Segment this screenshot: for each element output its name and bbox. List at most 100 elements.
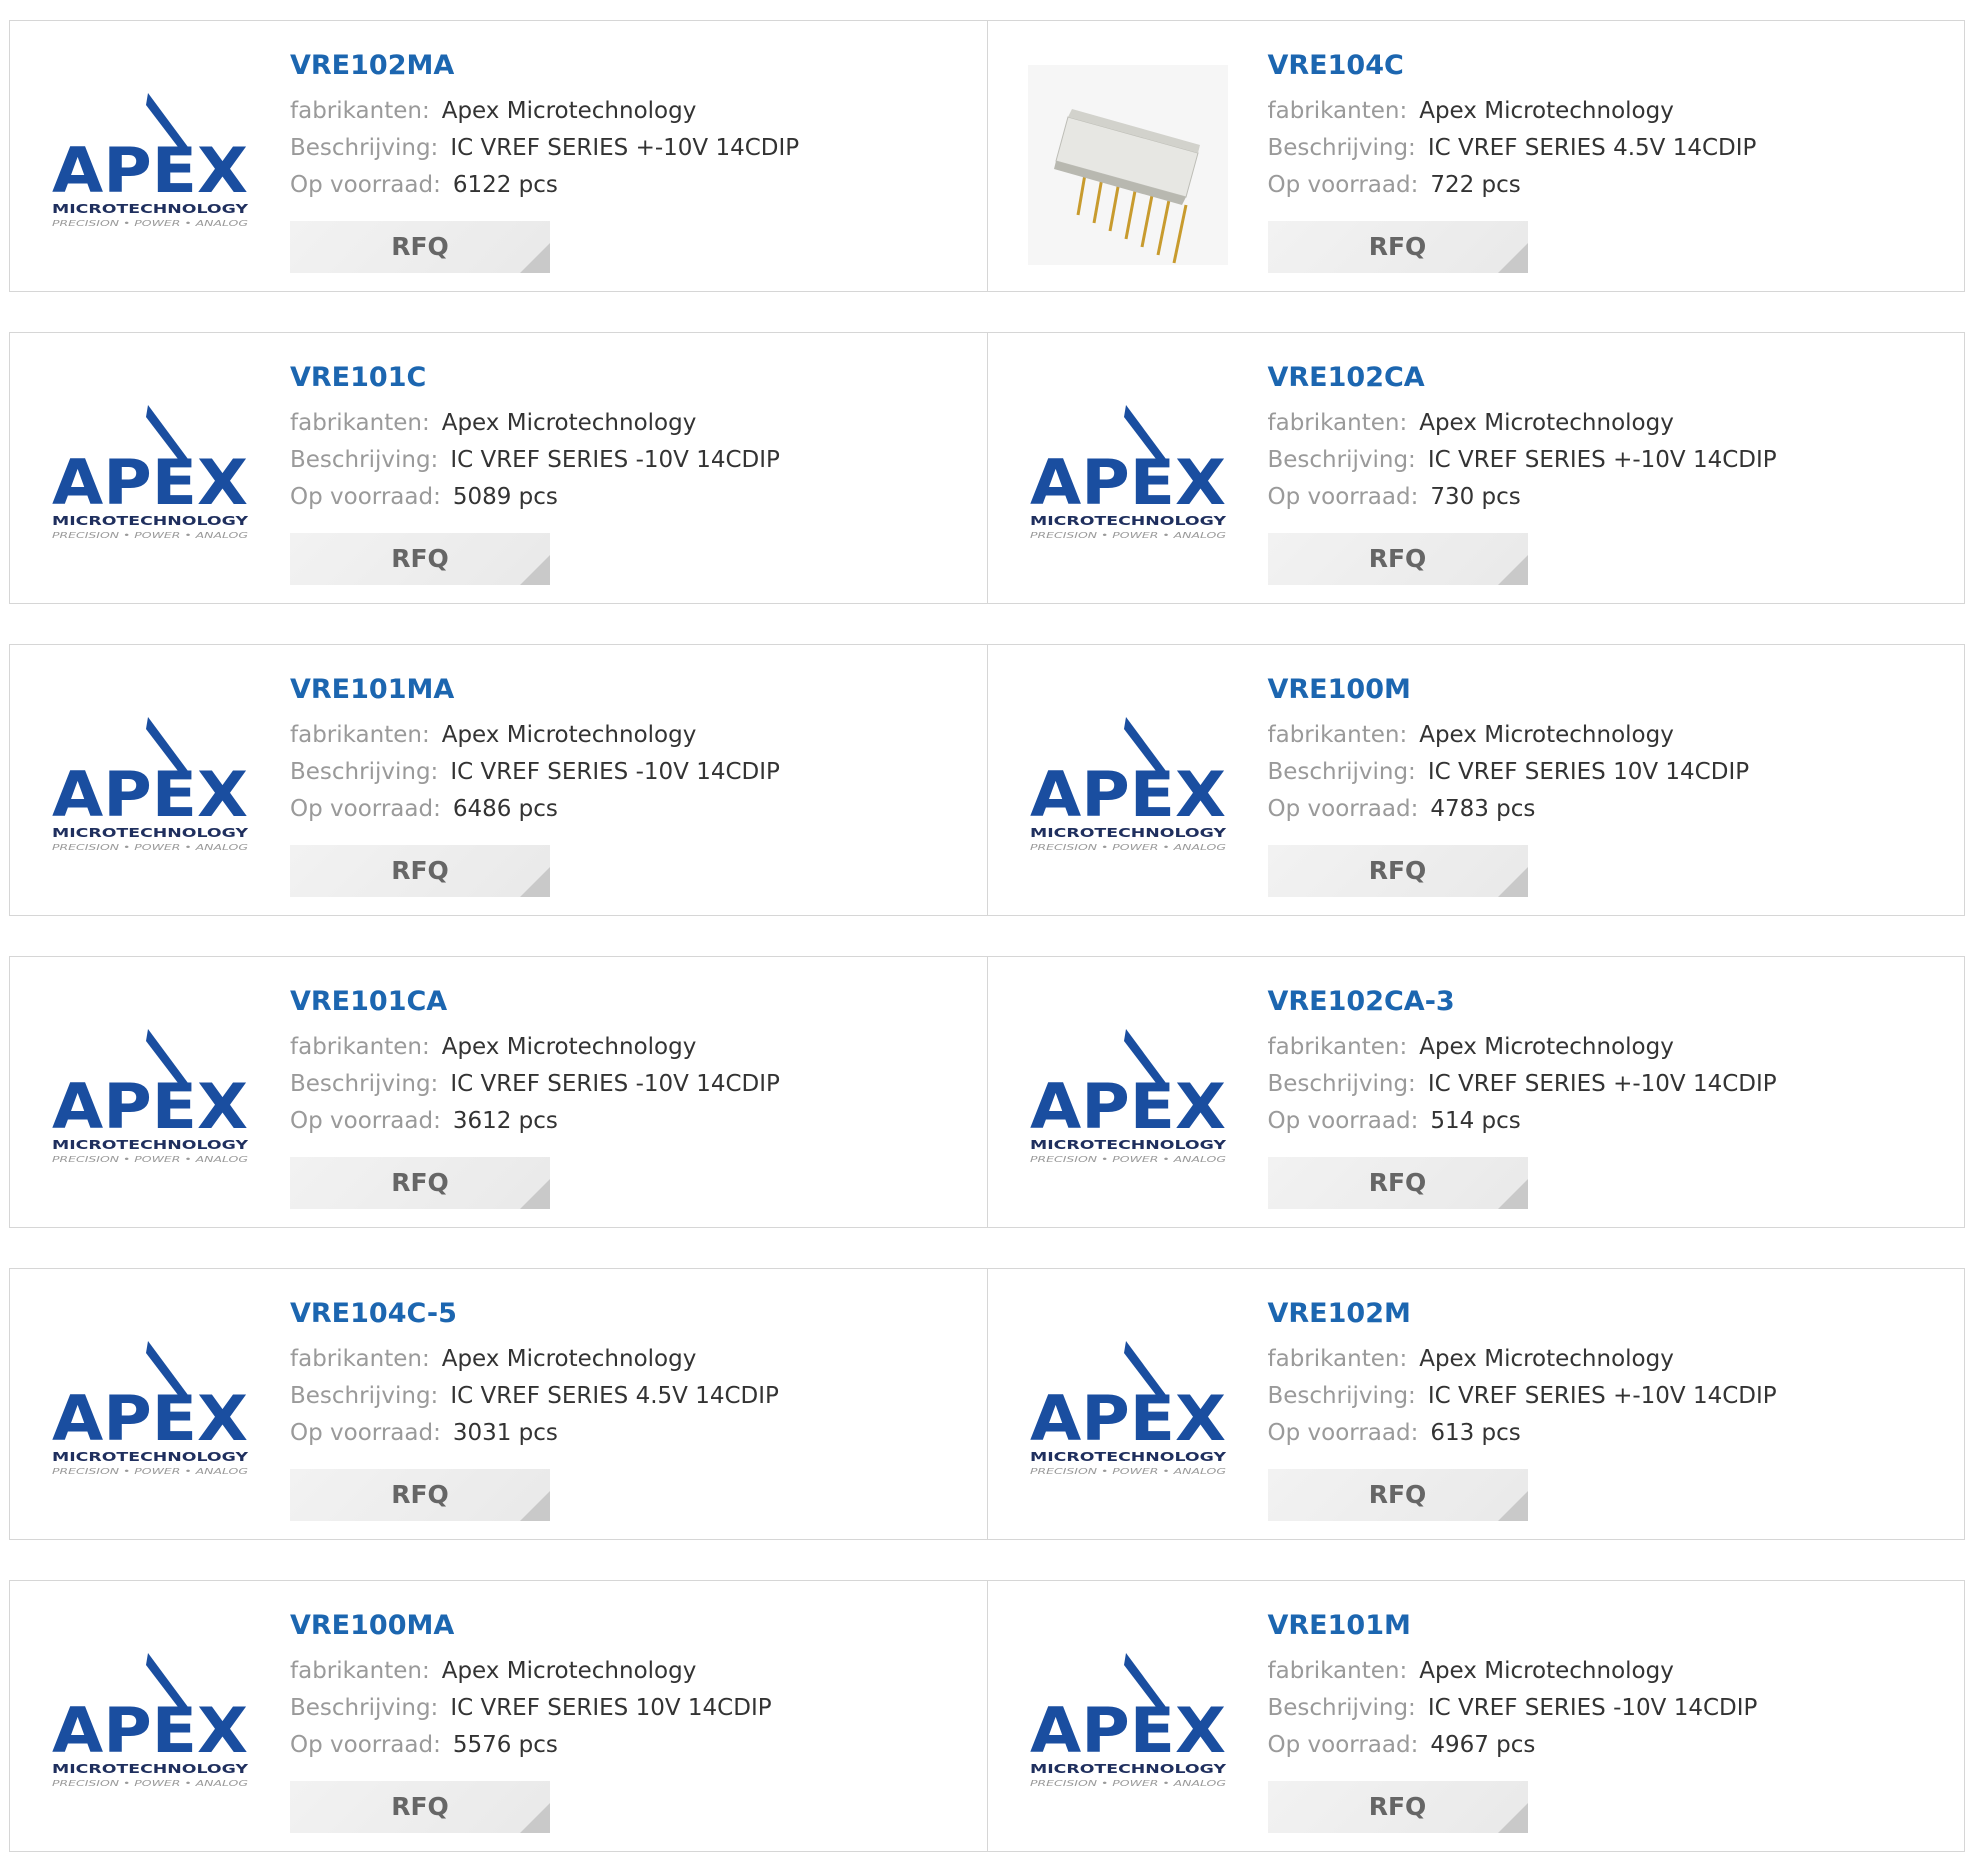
part-number-link[interactable]: VRE101C bbox=[290, 361, 970, 395]
product-thumbnail[interactable]: APEX MICROTECHNOLOGY PRECISION • POWER • A… bbox=[1028, 1313, 1228, 1513]
manufacturer-row: fabrikanten: Apex Microtechnology bbox=[1268, 1341, 1948, 1378]
manufacturer-row: fabrikanten: Apex Microtechnology bbox=[1268, 1029, 1948, 1066]
stock-row: Op voorraad: 6486 pcs bbox=[290, 791, 970, 828]
stock-label: Op voorraad: bbox=[1267, 796, 1419, 822]
product-row: APEX MICROTECHNOLOGY PRECISION • POWER • A… bbox=[9, 644, 1965, 916]
product-thumbnail[interactable]: APEX MICROTECHNOLOGY PRECISION • POWER • A… bbox=[50, 65, 250, 265]
product-card: APEX MICROTECHNOLOGY PRECISION • POWER • A… bbox=[10, 21, 987, 291]
apex-logo-image: APEXMICROTECHNOLOGY PRECISION • POWER • A… bbox=[52, 93, 248, 228]
logo-subline: PRECISION • POWER • ANALOG bbox=[52, 531, 248, 540]
stock-label: Op voorraad: bbox=[290, 484, 441, 510]
description-row: Beschrijving: IC VREF SERIES 10V 14CDIP bbox=[290, 1690, 970, 1727]
part-number-link[interactable]: VRE104C bbox=[1268, 49, 1948, 83]
part-number-link[interactable]: VRE101MA bbox=[290, 673, 970, 707]
description-row: Beschrijving: IC VREF SERIES -10V 14CDIP bbox=[290, 1066, 970, 1103]
part-number-link[interactable]: VRE102CA-3 bbox=[1268, 985, 1948, 1019]
product-thumbnail[interactable]: APEX MICROTECHNOLOGY PRECISION • POWER • A… bbox=[50, 1313, 250, 1513]
description-row: Beschrijving: IC VREF SERIES +-10V 14CDIP bbox=[290, 130, 970, 167]
rfq-button[interactable]: RFQ bbox=[1267, 1469, 1528, 1521]
description-value: IC VREF SERIES -10V 14CDIP bbox=[450, 759, 780, 785]
product-thumbnail[interactable]: APEX MICROTECHNOLOGY PRECISION • POWER • A… bbox=[50, 1625, 250, 1825]
description-row: Beschrijving: IC VREF SERIES 4.5V 14CDIP bbox=[290, 1378, 970, 1415]
rfq-label: RFQ bbox=[391, 1168, 449, 1197]
rfq-button[interactable]: RFQ bbox=[1267, 1781, 1528, 1833]
logo-wordmark: APEX bbox=[52, 134, 248, 207]
rfq-button[interactable]: RFQ bbox=[290, 1157, 550, 1209]
logo-wordmark: APEX bbox=[1030, 446, 1226, 519]
description-value: IC VREF SERIES 4.5V 14CDIP bbox=[450, 1383, 779, 1409]
manufacturer-row: fabrikanten: Apex Microtechnology bbox=[290, 405, 970, 442]
part-number-link[interactable]: VRE102M bbox=[1268, 1297, 1948, 1331]
description-value: IC VREF SERIES -10V 14CDIP bbox=[450, 1071, 780, 1097]
product-thumbnail[interactable]: APEX MICROTECHNOLOGY PRECISION • POWER • A… bbox=[1028, 1001, 1228, 1201]
stock-value: 5576 pcs bbox=[452, 1732, 558, 1758]
product-info: VRE101M fabrikanten: Apex Microtechnology B… bbox=[1268, 1609, 1948, 1764]
product-thumbnail[interactable]: APEX MICROTECHNOLOGY PRECISION • POWER • A… bbox=[1028, 689, 1228, 889]
stock-value: 6122 pcs bbox=[452, 172, 558, 198]
description-row: Beschrijving: IC VREF SERIES +-10V 14CDIP bbox=[1268, 1378, 1948, 1415]
logo-subline: PRECISION • POWER • ANALOG bbox=[1030, 531, 1226, 540]
description-value: IC VREF SERIES +-10V 14CDIP bbox=[450, 135, 800, 161]
rfq-button[interactable]: RFQ bbox=[290, 221, 550, 273]
product-card: APEX MICROTECHNOLOGY PRECISION • POWER • A… bbox=[10, 1581, 987, 1851]
product-info: VRE102MA fabrikanten: Apex Microtechnology… bbox=[290, 49, 970, 204]
product-info: VRE100MA fabrikanten: Apex Microtechnology… bbox=[290, 1609, 970, 1764]
manufacturer-label: fabrikanten: bbox=[1267, 1346, 1408, 1372]
manufacturer-value: Apex Microtechnology bbox=[441, 98, 697, 124]
stock-label: Op voorraad: bbox=[1267, 1732, 1419, 1758]
part-number-link[interactable]: VRE100M bbox=[1268, 673, 1948, 707]
part-number-link[interactable]: VRE104C-5 bbox=[290, 1297, 970, 1331]
stock-value: 3031 pcs bbox=[452, 1420, 558, 1446]
manufacturer-value: Apex Microtechnology bbox=[1419, 722, 1674, 748]
rfq-button[interactable]: RFQ bbox=[290, 1469, 550, 1521]
part-number-link[interactable]: VRE101CA bbox=[290, 985, 970, 1019]
product-card: APEX MICROTECHNOLOGY PRECISION • POWER • A… bbox=[986, 645, 1965, 915]
stock-value: 613 pcs bbox=[1430, 1420, 1521, 1446]
rfq-button[interactable]: RFQ bbox=[290, 1781, 550, 1833]
part-number-link[interactable]: VRE102CA bbox=[1268, 361, 1948, 395]
rfq-label: RFQ bbox=[391, 544, 449, 573]
part-number-link[interactable]: VRE101M bbox=[1268, 1609, 1948, 1643]
part-number-link[interactable]: VRE100MA bbox=[290, 1609, 970, 1643]
stock-row: Op voorraad: 5576 pcs bbox=[290, 1727, 970, 1764]
logo-subline: PRECISION • POWER • ANALOG bbox=[52, 843, 248, 852]
apex-logo-image: APEXMICROTECHNOLOGY PRECISION • POWER • A… bbox=[52, 1029, 248, 1164]
stock-label: Op voorraad: bbox=[1267, 1108, 1419, 1134]
rfq-label: RFQ bbox=[1368, 1792, 1427, 1821]
product-info: VRE104C-5 fabrikanten: Apex Microtechnolog… bbox=[290, 1297, 970, 1452]
rfq-corner-decoration bbox=[1497, 1491, 1528, 1521]
stock-label: Op voorraad: bbox=[290, 796, 441, 822]
product-thumbnail[interactable]: APEX MICROTECHNOLOGY PRECISION • POWER • A… bbox=[1028, 377, 1228, 577]
stock-value: 5089 pcs bbox=[452, 484, 558, 510]
product-thumbnail[interactable]: APEX MICROTECHNOLOGY PRECISION • POWER • A… bbox=[50, 377, 250, 577]
product-thumbnail[interactable]: APEX MICROTECHNOLOGY PRECISION • POWER • A… bbox=[50, 1001, 250, 1201]
stock-label: Op voorraad: bbox=[1267, 1420, 1419, 1446]
rfq-button[interactable]: RFQ bbox=[1267, 1157, 1528, 1209]
stock-value: 4783 pcs bbox=[1430, 796, 1536, 822]
description-label: Beschrijving: bbox=[1267, 447, 1416, 473]
description-value: IC VREF SERIES +-10V 14CDIP bbox=[1427, 1071, 1777, 1097]
product-thumbnail[interactable]: APEX MICROTECHNOLOGY PRECISION • POWER • A… bbox=[50, 689, 250, 889]
rfq-button[interactable]: RFQ bbox=[290, 533, 550, 585]
rfq-label: RFQ bbox=[391, 856, 449, 885]
product-card: APEX MICROTECHNOLOGY PRECISION • POWER • A… bbox=[10, 957, 987, 1227]
stock-label: Op voorraad: bbox=[290, 172, 441, 198]
description-value: IC VREF SERIES 10V 14CDIP bbox=[1427, 759, 1750, 785]
rfq-button[interactable]: RFQ bbox=[1267, 221, 1528, 273]
product-thumbnail[interactable]: APEX MICROTECHNOLOGY PRECISION • POWER • A… bbox=[1028, 1625, 1228, 1825]
product-thumbnail[interactable] bbox=[1027, 65, 1228, 265]
chip-photo-image bbox=[1027, 65, 1228, 265]
rfq-button[interactable]: RFQ bbox=[1267, 533, 1528, 585]
manufacturer-label: fabrikanten: bbox=[1267, 722, 1408, 748]
rfq-button[interactable]: RFQ bbox=[1267, 845, 1528, 897]
product-grid: APEX MICROTECHNOLOGY PRECISION • POWER • A… bbox=[0, 0, 1965, 1852]
manufacturer-value: Apex Microtechnology bbox=[441, 1658, 697, 1684]
description-row: Beschrijving: IC VREF SERIES 10V 14CDIP bbox=[1268, 754, 1948, 791]
manufacturer-label: fabrikanten: bbox=[290, 1034, 430, 1060]
rfq-corner-decoration bbox=[520, 867, 550, 897]
stock-row: Op voorraad: 6122 pcs bbox=[290, 167, 970, 204]
manufacturer-row: fabrikanten: Apex Microtechnology bbox=[1268, 405, 1948, 442]
logo-wordmark: APEX bbox=[52, 1070, 248, 1143]
part-number-link[interactable]: VRE102MA bbox=[290, 49, 970, 83]
rfq-button[interactable]: RFQ bbox=[290, 845, 550, 897]
